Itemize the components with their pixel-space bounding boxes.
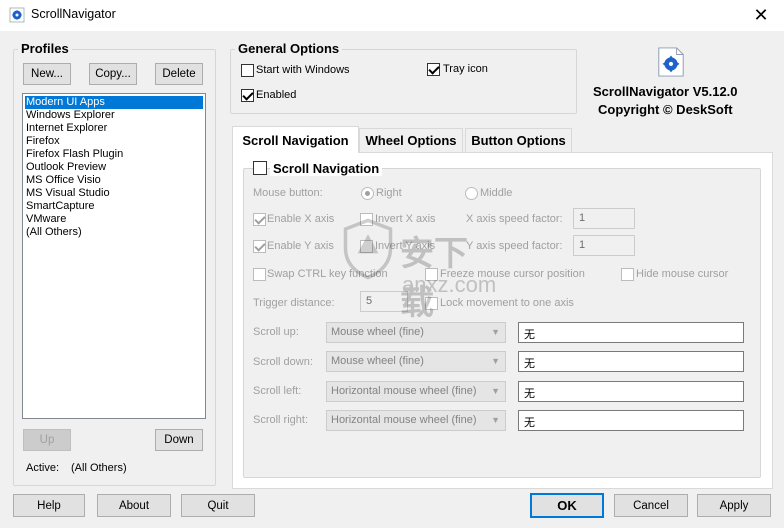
mouse-button-label: Mouse button:: [253, 187, 323, 199]
enabled-checkbox[interactable]: [241, 89, 254, 102]
scroll-down-action-value: Mouse wheel (fine): [331, 355, 424, 367]
profiles-title: Profiles: [18, 41, 72, 56]
copyright-text: Copyright © DeskSoft: [598, 102, 733, 117]
chevron-down-icon: ▼: [491, 356, 500, 366]
swap-ctrl-checkbox[interactable]: [253, 268, 266, 281]
mouse-button-right-radio[interactable]: [361, 187, 374, 200]
watermark: 安下载 anxz.com: [320, 210, 500, 322]
scroll-down-hotkey-input[interactable]: 无: [518, 351, 744, 372]
list-item[interactable]: Modern UI Apps: [25, 96, 203, 109]
chevron-down-icon: ▼: [491, 415, 500, 425]
apply-button[interactable]: Apply: [697, 494, 771, 517]
general-options-group: [230, 49, 577, 114]
enabled-label: Enabled: [256, 89, 297, 101]
hide-cursor-label: Hide mouse cursor: [636, 268, 729, 280]
scroll-right-label: Scroll right:: [253, 414, 309, 426]
chevron-down-icon: ▼: [491, 386, 500, 396]
list-item[interactable]: Firefox: [25, 135, 205, 148]
product-version: ScrollNavigator V5.12.0: [593, 84, 738, 99]
start-with-windows-label: Start with Windows: [256, 64, 350, 76]
close-icon[interactable]: ✕: [738, 0, 784, 31]
new-profile-button[interactable]: New...: [23, 63, 71, 85]
x-speed-input[interactable]: 1: [573, 208, 635, 229]
copy-profile-button[interactable]: Copy...: [89, 63, 137, 85]
list-item[interactable]: MS Office Visio: [25, 174, 205, 187]
watermark-url: anxz.com: [402, 272, 497, 297]
list-item[interactable]: Windows Explorer: [25, 109, 205, 122]
y-speed-input[interactable]: 1: [573, 235, 635, 256]
tab-scroll-navigation[interactable]: Scroll Navigation: [232, 126, 359, 153]
active-value: (All Others): [71, 462, 127, 474]
tab-button-options[interactable]: Button Options: [465, 128, 572, 152]
mouse-button-right-label: Right: [376, 187, 402, 199]
scroll-left-action-value: Horizontal mouse wheel (fine): [331, 385, 477, 397]
enable-x-axis-checkbox[interactable]: [253, 213, 266, 226]
delete-profile-button[interactable]: Delete: [155, 63, 203, 85]
enable-y-axis-checkbox[interactable]: [253, 240, 266, 253]
scroll-down-action-select[interactable]: Mouse wheel (fine) ▼: [326, 351, 506, 372]
active-label: Active:: [26, 462, 60, 474]
scroll-up-action-value: Mouse wheel (fine): [331, 326, 424, 338]
list-item[interactable]: MS Visual Studio: [25, 187, 205, 200]
general-options-title: General Options: [235, 41, 343, 56]
ok-button[interactable]: OK: [530, 493, 604, 518]
scroll-navigator-logo-icon: [658, 47, 684, 77]
scroll-right-hotkey-input[interactable]: 无: [518, 410, 744, 431]
tab-wheel-options[interactable]: Wheel Options: [359, 128, 463, 152]
scroll-up-hotkey-input[interactable]: 无: [518, 322, 744, 343]
list-item[interactable]: Outlook Preview: [25, 161, 205, 174]
cancel-button[interactable]: Cancel: [614, 494, 688, 517]
help-button[interactable]: Help: [13, 494, 85, 517]
mouse-button-middle-label: Middle: [480, 187, 513, 199]
start-with-windows-checkbox[interactable]: [241, 64, 254, 77]
scroll-left-hotkey-input[interactable]: 无: [518, 381, 744, 402]
hide-cursor-checkbox[interactable]: [621, 268, 634, 281]
about-button[interactable]: About: [97, 494, 171, 517]
scroll-right-action-select[interactable]: Horizontal mouse wheel (fine) ▼: [326, 410, 506, 431]
tray-icon-label: Tray icon: [443, 63, 488, 75]
tray-icon-checkbox[interactable]: [427, 63, 440, 76]
title-bar[interactable]: ScrollNavigator ✕: [0, 0, 784, 31]
quit-button[interactable]: Quit: [181, 494, 255, 517]
scroll-up-label: Scroll up:: [253, 326, 299, 338]
shield-icon: [343, 218, 393, 280]
mouse-button-middle-radio[interactable]: [465, 187, 478, 200]
profiles-list[interactable]: Modern UI Apps Windows Explorer Internet…: [22, 93, 206, 419]
scroll-left-action-select[interactable]: Horizontal mouse wheel (fine) ▼: [326, 381, 506, 402]
list-item[interactable]: Internet Explorer: [25, 122, 205, 135]
scroll-right-action-value: Horizontal mouse wheel (fine): [331, 414, 477, 426]
scroll-navigation-checkbox[interactable]: [253, 161, 267, 175]
window-title: ScrollNavigator: [31, 7, 116, 21]
scroll-left-label: Scroll left:: [253, 385, 302, 397]
scroll-up-action-select[interactable]: Mouse wheel (fine) ▼: [326, 322, 506, 343]
list-item[interactable]: Firefox Flash Plugin: [25, 148, 205, 161]
list-item[interactable]: (All Others): [25, 226, 205, 239]
scroll-down-label: Scroll down:: [253, 356, 313, 368]
list-item[interactable]: VMware: [25, 213, 205, 226]
scroll-navigator-icon: [9, 7, 25, 23]
list-item[interactable]: SmartCapture: [25, 200, 205, 213]
chevron-down-icon: ▼: [491, 327, 500, 337]
move-down-button[interactable]: Down: [155, 429, 203, 451]
scroll-navigation-title: Scroll Navigation: [270, 161, 383, 176]
move-up-button[interactable]: Up: [23, 429, 71, 451]
